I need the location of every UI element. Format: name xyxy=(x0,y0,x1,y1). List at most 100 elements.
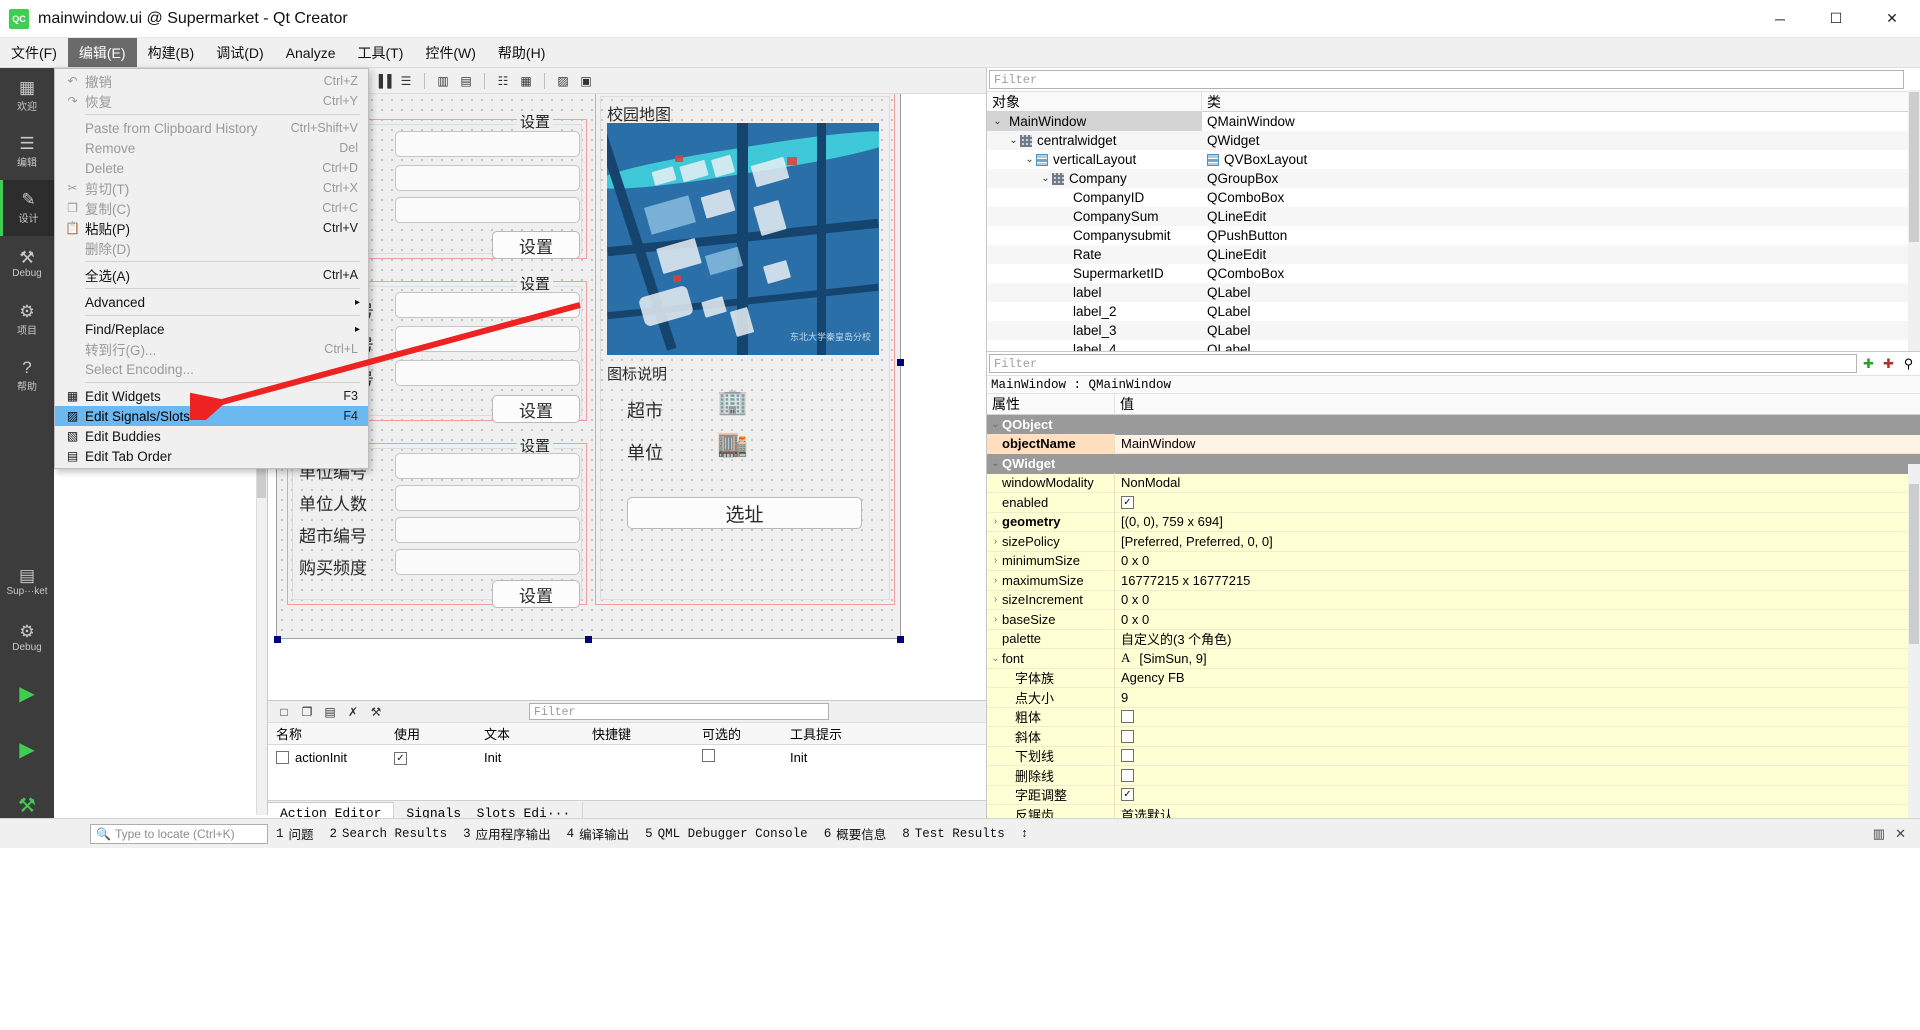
property-row-11[interactable]: palette 自定义的(3 个角色) xyxy=(987,629,1920,649)
chevron-right-icon[interactable]: › xyxy=(989,536,1002,547)
object-row-9[interactable]: label QLabel xyxy=(987,283,1920,302)
property-checkbox-17[interactable] xyxy=(1121,749,1134,763)
property-value-cell-4[interactable]: ✓ xyxy=(1115,495,1920,509)
object-row-11[interactable]: label_3 QLabel xyxy=(987,321,1920,340)
form-field-8[interactable] xyxy=(395,485,580,511)
form-window[interactable]: 设置 设置 设置 号 号 号 设置 设置 单位编号 单位人数 超市编号 xyxy=(274,94,904,643)
property-row-4[interactable]: enabled ✓ xyxy=(987,492,1920,513)
property-editor-scrollbar[interactable] xyxy=(1908,464,1920,824)
edit-menu-item-1[interactable]: ↷ 恢复 Ctrl+Y xyxy=(55,91,368,111)
property-row-5[interactable]: › geometry [(0, 0), 759 x 694] xyxy=(987,512,1920,532)
chevron-right-icon[interactable]: › xyxy=(989,594,1002,605)
object-row-3[interactable]: ⌄ Company QGroupBox xyxy=(987,169,1920,188)
form-field-5[interactable] xyxy=(395,326,580,352)
property-value-cell-12[interactable]: A [SimSun, 9] xyxy=(1115,650,1920,666)
property-checkbox-4[interactable]: ✓ xyxy=(1121,495,1134,509)
edit-menu-item-7[interactable]: ❐ 复制(C) Ctrl+C xyxy=(55,198,368,218)
object-row-2[interactable]: ⌄ verticalLayout QVBoxLayout xyxy=(987,150,1920,169)
property-row-19[interactable]: 字距调整 ✓ xyxy=(987,785,1920,805)
output-tab-5[interactable]: 6 概要信息 xyxy=(824,824,887,844)
output-tab-4[interactable]: 5 QML Debugger Console xyxy=(645,827,808,841)
property-value-cell-16[interactable] xyxy=(1115,729,1920,743)
edit-menu-item-17[interactable]: Select Encoding... xyxy=(55,359,368,379)
property-row-12[interactable]: ⌄ font A [SimSun, 9] xyxy=(987,648,1920,669)
property-row-18[interactable]: 删除线 xyxy=(987,765,1920,786)
chevron-right-icon[interactable]: › xyxy=(989,516,1002,527)
delete-action-icon[interactable]: ✗ xyxy=(343,702,363,722)
property-value-cell-13[interactable]: Agency FB xyxy=(1115,670,1920,685)
edit-menu-item-8[interactable]: 📋 粘贴(P) Ctrl+V xyxy=(55,218,368,238)
menu-2[interactable]: 构建(B) xyxy=(137,38,206,67)
form-field-10[interactable] xyxy=(395,549,580,575)
mode-projects-mode-icon[interactable]: ⚙ 项目 xyxy=(0,292,54,348)
action-row-0[interactable]: actionInit ✓ Init Init xyxy=(268,745,986,769)
select-location-button[interactable]: 选址 xyxy=(627,497,862,529)
chevron-right-icon[interactable]: › xyxy=(989,555,1002,566)
layout-splitter-v-icon[interactable]: ▤ xyxy=(456,71,476,91)
add-property-icon[interactable]: ✚ xyxy=(1860,355,1877,372)
mode-design-mode-icon[interactable]: ✎ 设计 xyxy=(0,180,54,236)
form-editor-canvas[interactable]: 设置 设置 设置 号 号 号 设置 设置 单位编号 单位人数 超市编号 xyxy=(268,94,986,698)
edit-menu-item-11[interactable]: 全选(A) Ctrl+A xyxy=(55,265,368,285)
menu-1[interactable]: 编辑(E) xyxy=(67,38,137,67)
adjust-size-icon[interactable]: ▣ xyxy=(576,71,596,91)
chevron-right-icon[interactable]: › xyxy=(989,614,1002,625)
build-config-selector[interactable]: ⚙ Debug xyxy=(0,610,54,666)
property-value-cell-17[interactable] xyxy=(1115,749,1920,763)
form-field-1[interactable] xyxy=(395,131,580,157)
form-field-3[interactable] xyxy=(395,197,580,223)
property-row-10[interactable]: › baseSize 0 x 0 xyxy=(987,609,1920,630)
object-row-6[interactable]: Companysubmit QPushButton xyxy=(987,226,1920,245)
form-field-2[interactable] xyxy=(395,165,580,191)
edit-menu-item-22[interactable]: ▤ Edit Tab Order xyxy=(55,446,368,466)
layout-horizontal-icon[interactable]: ▐▐ xyxy=(373,71,393,91)
groupbox-3-button[interactable]: 设置 xyxy=(492,580,580,608)
updown-icon[interactable]: ↕ xyxy=(1021,827,1029,841)
property-filter-input[interactable]: Filter xyxy=(989,354,1857,373)
modebar-start-debug-icon[interactable]: ▶ xyxy=(0,722,54,778)
chevron-down-icon[interactable]: ⌄ xyxy=(989,653,1002,664)
property-row-7[interactable]: › minimumSize 0 x 0 xyxy=(987,551,1920,571)
property-checkbox-19[interactable]: ✓ xyxy=(1121,788,1134,802)
edit-menu-item-19[interactable]: ▦ Edit Widgets F3 xyxy=(55,386,368,406)
property-checkbox-15[interactable] xyxy=(1121,710,1134,724)
edit-menu-item-13[interactable]: Advanced ▸ xyxy=(55,292,368,312)
chevron-down-icon[interactable]: ⌄ xyxy=(989,458,1002,469)
object-row-10[interactable]: label_2 QLabel xyxy=(987,302,1920,321)
property-value-cell-5[interactable]: [(0, 0), 759 x 694] xyxy=(1115,514,1920,529)
action-used-checkbox-0[interactable]: ✓ xyxy=(394,752,407,765)
property-row-15[interactable]: 粗体 xyxy=(987,707,1920,727)
mode-edit-mode-icon[interactable]: ☰ 编辑 xyxy=(0,124,54,180)
configure-action-icon[interactable]: ⚒ xyxy=(366,702,386,722)
property-row-2[interactable]: ⌄ QWidget xyxy=(987,454,1920,474)
property-row-3[interactable]: windowModality NonModal xyxy=(987,473,1920,493)
property-row-6[interactable]: › sizePolicy [Preferred, Preferred, 0, 0] xyxy=(987,531,1920,552)
property-value-cell-3[interactable]: NonModal xyxy=(1115,475,1920,490)
close-button[interactable]: ✕ xyxy=(1864,0,1920,38)
remove-property-icon[interactable]: ✚ xyxy=(1880,355,1897,372)
property-value-cell-11[interactable]: 自定义的(3 个角色) xyxy=(1115,629,1920,648)
edit-menu-item-15[interactable]: Find/Replace ▸ xyxy=(55,319,368,339)
property-value-cell-19[interactable]: ✓ xyxy=(1115,788,1920,802)
object-row-4[interactable]: CompanyID QComboBox xyxy=(987,188,1920,207)
property-row-8[interactable]: › maximumSize 16777215 x 16777215 xyxy=(987,570,1920,591)
property-value-cell-8[interactable]: 16777215 x 16777215 xyxy=(1115,573,1920,588)
action-checkable-checkbox-0[interactable] xyxy=(702,749,715,762)
property-value-cell-7[interactable]: 0 x 0 xyxy=(1115,553,1920,568)
edit-menu-item-9[interactable]: 删除(D) xyxy=(55,238,368,258)
menu-7[interactable]: 帮助(H) xyxy=(487,38,556,67)
edit-menu-item-4[interactable]: Remove Del xyxy=(55,138,368,158)
menu-0[interactable]: 文件(F) xyxy=(0,38,68,67)
layout-grid-icon[interactable]: ▦ xyxy=(516,71,536,91)
property-value-cell-10[interactable]: 0 x 0 xyxy=(1115,612,1920,627)
property-value-cell-14[interactable]: 9 xyxy=(1115,690,1920,705)
output-tab-0[interactable]: 1 问题 xyxy=(276,824,314,844)
minimize-button[interactable]: ─ xyxy=(1752,0,1808,38)
property-value-cell-1[interactable]: MainWindow xyxy=(1115,436,1920,451)
property-editor-scroll-thumb[interactable] xyxy=(1909,484,1919,644)
kit-selector[interactable]: ▤ Sup···ket xyxy=(0,554,54,610)
menu-3[interactable]: 调试(D) xyxy=(205,38,274,67)
split-icon[interactable]: ▥ xyxy=(1873,826,1885,842)
groupbox-1-button[interactable]: 设置 xyxy=(492,231,580,259)
paste-action-icon[interactable]: ▤ xyxy=(320,702,340,722)
